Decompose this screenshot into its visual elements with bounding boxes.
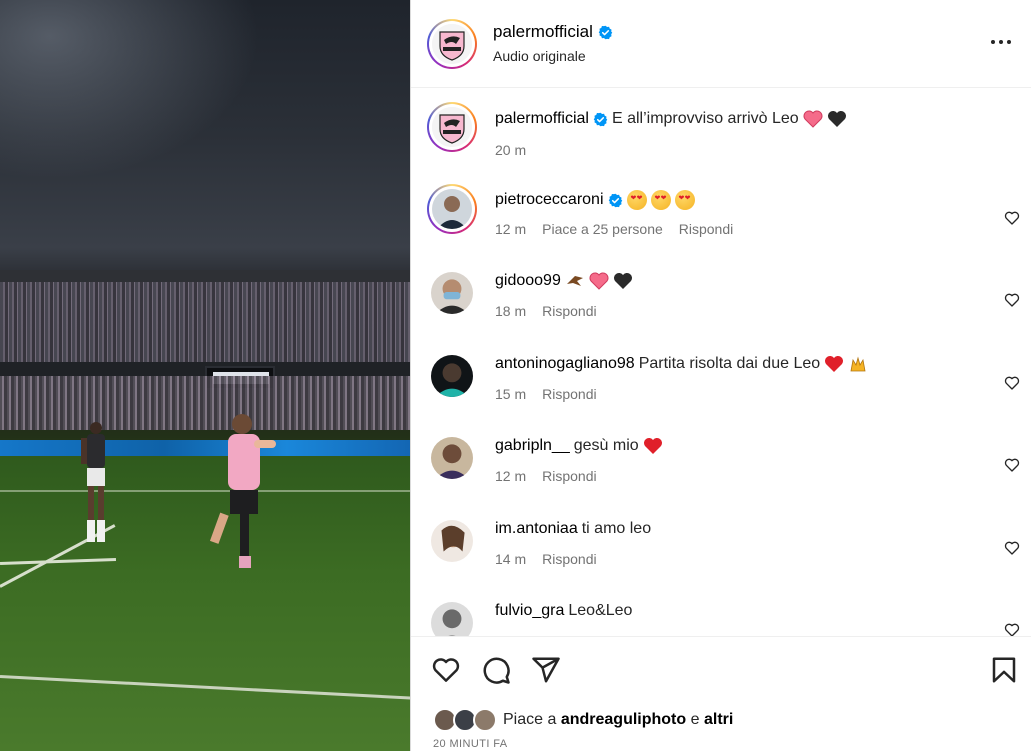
verified-badge-icon bbox=[593, 112, 608, 126]
comment-time: 12 m bbox=[495, 468, 527, 484]
player-pink-kit bbox=[210, 414, 276, 568]
more-horizontal-icon[interactable] bbox=[990, 34, 1012, 50]
caption-text: E all’improvviso arrivò Leo bbox=[611, 110, 799, 127]
reply-button[interactable]: Rispondi bbox=[679, 221, 733, 237]
send-icon[interactable] bbox=[531, 655, 561, 685]
comment-time: 15 m bbox=[495, 386, 527, 402]
comment-username[interactable]: im.antoniaa bbox=[495, 520, 578, 538]
likes-user[interactable]: andreaguliphoto bbox=[561, 711, 686, 729]
post-timestamp[interactable]: 20 MINUTI FA bbox=[433, 738, 507, 750]
stadium-lower-stand bbox=[0, 376, 410, 430]
likes-summary[interactable]: Piace a andreaguliphoto e altri bbox=[433, 708, 733, 732]
heart-icon[interactable] bbox=[431, 655, 461, 685]
like-comment-heart-icon[interactable] bbox=[1004, 375, 1020, 391]
palermo-crest-logo bbox=[432, 24, 472, 64]
reply-button[interactable]: Rispondi bbox=[542, 303, 596, 319]
comment-text: Partita risolta dai due Leo bbox=[638, 355, 821, 372]
pink-heart-emoji bbox=[803, 110, 823, 128]
comment-text: ti amo leo bbox=[581, 520, 652, 537]
comment-time: 14 m bbox=[495, 551, 527, 567]
comment-avatar[interactable] bbox=[427, 184, 477, 234]
verified-badge-icon bbox=[598, 25, 613, 39]
like-comment-heart-icon[interactable] bbox=[1004, 540, 1020, 556]
likes-conjunction: e bbox=[690, 711, 700, 728]
player-dark-kit bbox=[81, 422, 105, 542]
caption-time: 20 m bbox=[495, 142, 527, 158]
pink-heart-emoji bbox=[589, 272, 609, 290]
comment-avatar[interactable] bbox=[431, 437, 473, 479]
post-video[interactable] bbox=[0, 0, 410, 751]
post-header: palermofficial Audio originale bbox=[411, 0, 1031, 88]
comment-avatar[interactable] bbox=[431, 355, 473, 397]
red-heart-emoji bbox=[643, 438, 662, 454]
stadium-upper-stand bbox=[0, 282, 410, 362]
profile-avatar[interactable] bbox=[427, 19, 477, 69]
palermo-crest-logo bbox=[432, 107, 472, 147]
comment-username[interactable]: antoninogagliano98 bbox=[495, 355, 635, 373]
likes-prefix: Piace a bbox=[503, 711, 557, 728]
comment-username[interactable]: fulvio_gra bbox=[495, 602, 564, 620]
raising-hands-emoji bbox=[850, 356, 866, 372]
comment-avatar[interactable] bbox=[431, 602, 473, 637]
comment-text: Leo&Leo bbox=[568, 602, 633, 619]
like-comment-heart-icon[interactable] bbox=[1004, 622, 1020, 637]
caption-username[interactable]: palermofficial bbox=[495, 110, 589, 128]
header-username[interactable]: palermofficial bbox=[493, 22, 593, 42]
likes-others[interactable]: altri bbox=[704, 711, 733, 729]
post-actions: Piace a andreaguliphoto e altri 20 MINUT… bbox=[411, 638, 1031, 751]
reply-button[interactable]: Rispondi bbox=[542, 386, 596, 402]
like-comment-heart-icon[interactable] bbox=[1004, 292, 1020, 308]
like-comment-heart-icon[interactable] bbox=[1004, 210, 1020, 226]
comment-avatar[interactable] bbox=[431, 520, 473, 562]
comment-time: 12 m bbox=[495, 221, 527, 237]
post-details-panel: palermofficial Audio originale palermoff… bbox=[410, 0, 1031, 751]
black-heart-emoji bbox=[613, 273, 632, 289]
red-heart-emoji bbox=[825, 356, 844, 372]
reply-button[interactable]: Rispondi bbox=[542, 551, 596, 567]
audio-label[interactable]: Audio originale bbox=[493, 48, 586, 64]
verified-badge-icon bbox=[608, 193, 622, 207]
user-photo-avatar bbox=[432, 189, 472, 229]
eagle-emoji bbox=[566, 276, 583, 286]
liker-avatar bbox=[473, 708, 497, 732]
caption-avatar[interactable] bbox=[427, 102, 477, 152]
black-heart-emoji bbox=[827, 111, 846, 127]
comment-username[interactable]: gidooo99 bbox=[495, 272, 561, 290]
like-comment-heart-icon[interactable] bbox=[1004, 457, 1020, 473]
reply-button[interactable]: Rispondi bbox=[542, 468, 596, 484]
pitch-line bbox=[0, 490, 410, 492]
bookmark-icon[interactable] bbox=[989, 655, 1019, 685]
comments-list[interactable]: palermofficial E all’improvviso arrivò L… bbox=[411, 88, 1031, 637]
football-pitch bbox=[0, 456, 410, 751]
pitch-advertising-board bbox=[0, 440, 410, 456]
comment-text: gesù mio bbox=[573, 437, 639, 454]
heart-eyes-emoji bbox=[650, 190, 671, 210]
comment-likes-count[interactable]: Piace a 25 persone bbox=[542, 221, 663, 237]
comment-username[interactable]: gabripln__ bbox=[495, 437, 570, 455]
likers-avatars bbox=[433, 708, 499, 732]
comment-icon[interactable] bbox=[481, 655, 511, 685]
heart-eyes-emoji bbox=[674, 190, 695, 210]
comment-avatar[interactable] bbox=[431, 272, 473, 314]
comment-username[interactable]: pietroceccaroni bbox=[495, 191, 604, 209]
comment-time: 18 m bbox=[495, 303, 527, 319]
heart-eyes-emoji bbox=[626, 190, 647, 210]
stadium-floodlight-glow bbox=[0, 0, 260, 180]
